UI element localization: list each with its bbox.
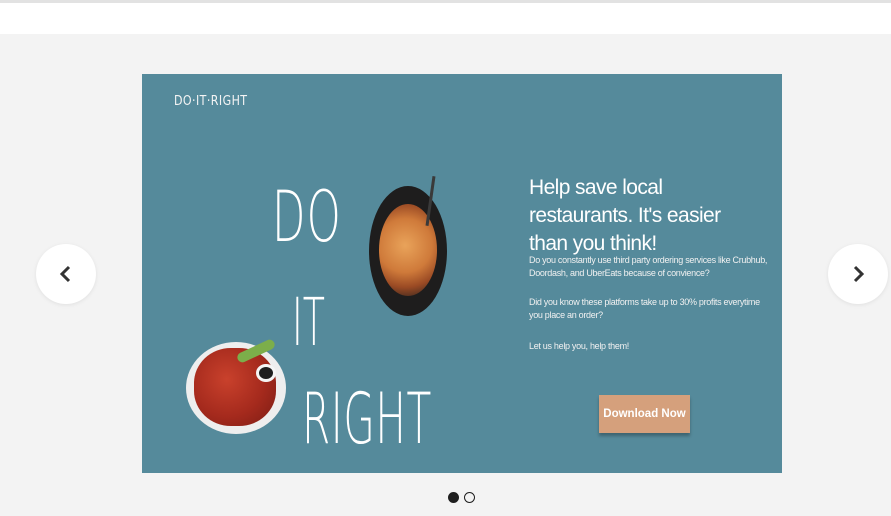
chevron-left-icon <box>59 265 71 283</box>
brand-logo: DO·IT·RIGHT <box>174 94 248 109</box>
fork <box>425 176 436 226</box>
slide-paragraph-3: Let us help you, help them! <box>529 341 629 351</box>
carousel-dot-2[interactable] <box>464 492 475 503</box>
carousel-prev-button[interactable] <box>36 244 96 304</box>
slide-big-text-do: DO <box>272 176 343 258</box>
hero-carousel: DO·IT·RIGHT DO IT RIGHT Help save local … <box>0 34 891 516</box>
slide-headline: Help save local restaurants. It's easier… <box>529 176 721 255</box>
carousel-dot-1[interactable] <box>448 492 459 503</box>
wings-image <box>186 338 286 434</box>
slide-paragraph-2: Did you know these platforms take up to … <box>529 297 760 321</box>
pasta-image <box>369 176 447 316</box>
carousel-slide: DO·IT·RIGHT DO IT RIGHT Help save local … <box>142 74 782 473</box>
slide-big-text-it: IT <box>292 284 325 361</box>
slide-paragraph-1: Do you constantly use third party orderi… <box>529 255 768 279</box>
top-header-bar <box>0 0 891 34</box>
carousel-next-button[interactable] <box>828 244 888 304</box>
dip-cup <box>256 364 276 382</box>
chevron-right-icon <box>853 265 865 283</box>
slide-big-text-right: RIGHT <box>302 378 432 460</box>
download-now-button[interactable]: Download Now <box>599 395 690 433</box>
wings-meat <box>194 348 276 426</box>
carousel-dots <box>448 492 475 503</box>
